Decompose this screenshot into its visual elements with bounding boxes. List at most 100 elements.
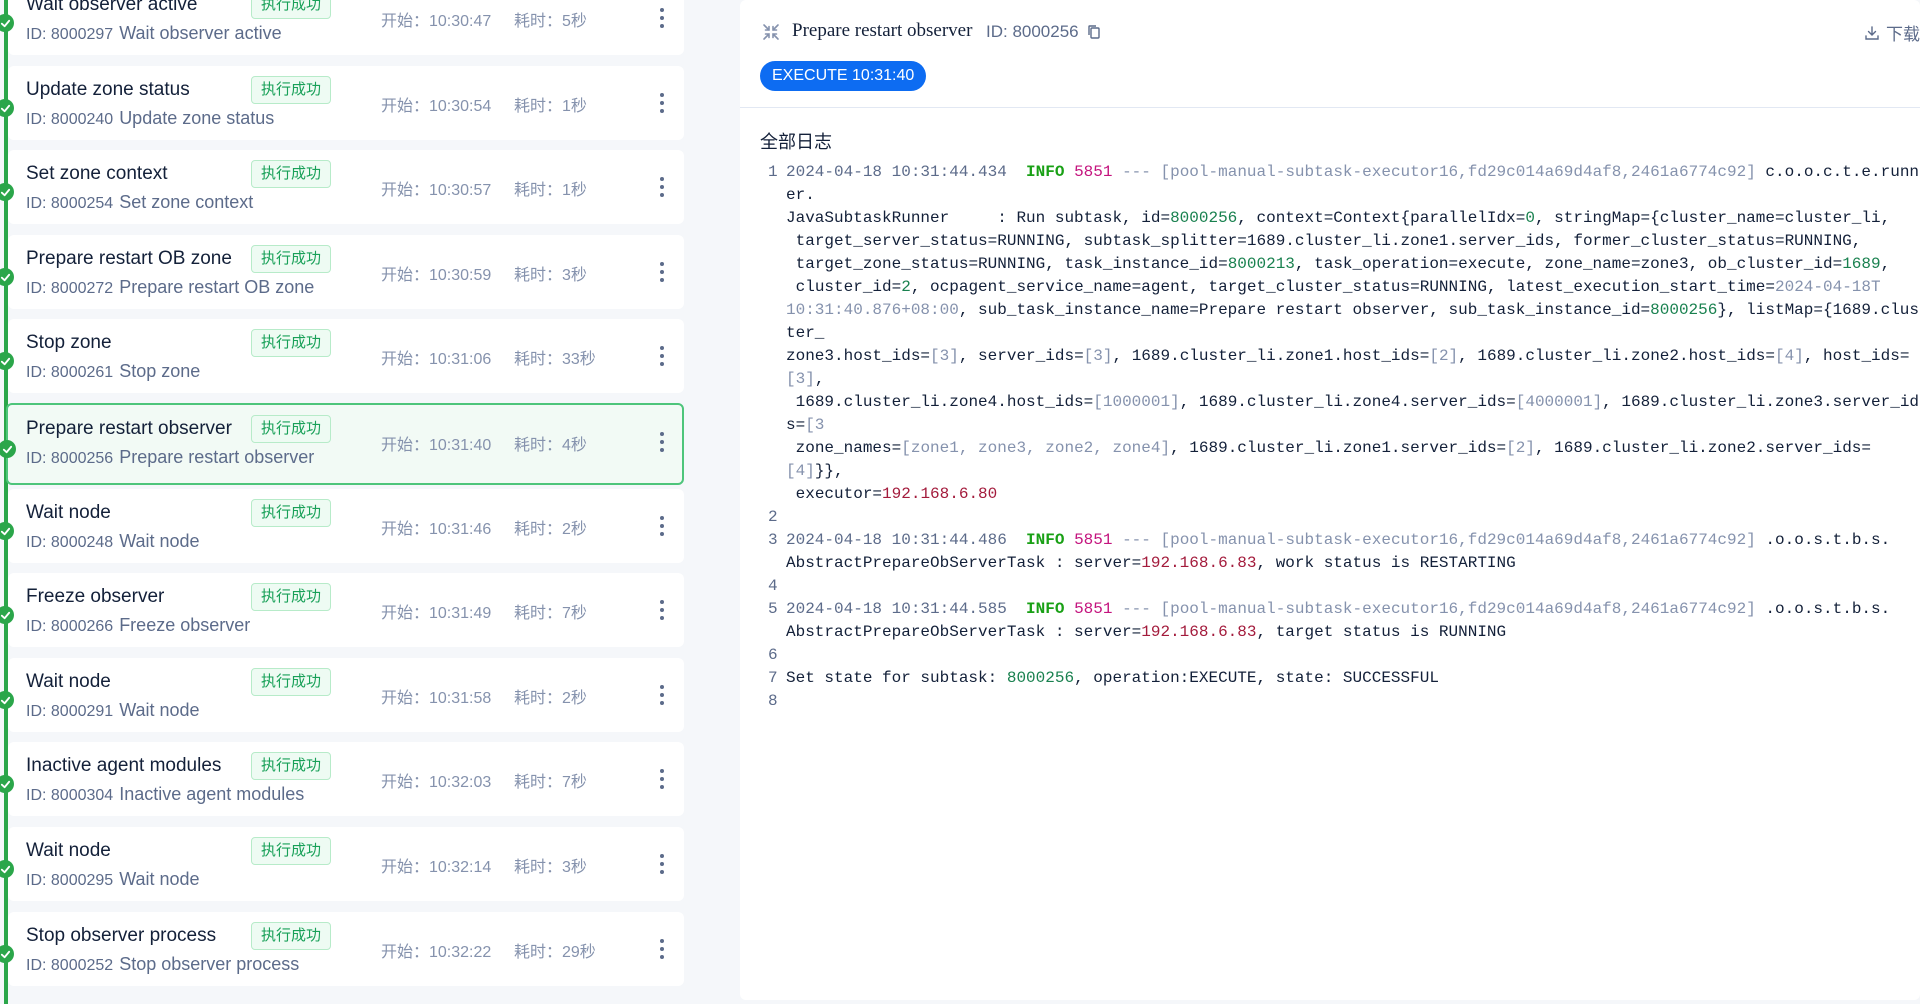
more-vertical-icon[interactable]	[654, 3, 670, 33]
log-line: 6	[768, 646, 778, 664]
task-name: Stop zone	[26, 332, 112, 353]
download-icon	[1865, 25, 1879, 40]
task-id-line: ID: 8000272 Prepare restart OB zone	[26, 277, 314, 298]
task-duration: 耗时：5秒	[514, 13, 587, 30]
task-duration: 耗时：7秒	[514, 774, 587, 791]
task-start-time: 开始：10:31:46	[381, 521, 492, 538]
task-desc: Freeze observer	[119, 615, 251, 635]
task-id: ID: 8000254	[26, 195, 114, 212]
task-id: ID: 8000291	[26, 703, 114, 720]
subtask-list: Wait observer active 执行成功 ID: 8000297 Wai…	[0, 0, 684, 1004]
success-check-icon	[0, 691, 14, 709]
task-id: ID: 8000248	[26, 534, 114, 551]
task-start-time: 开始：10:31:06	[381, 351, 492, 368]
task-id-line: ID: 8000291 Wait node	[26, 700, 200, 721]
more-vertical-icon[interactable]	[654, 595, 670, 625]
status-badge: 执行成功	[251, 415, 332, 443]
more-vertical-icon[interactable]	[654, 427, 670, 457]
execution-tag[interactable]: EXECUTE 10:31:40	[760, 61, 927, 91]
task-id-line: ID: 8000240 Update zone status	[26, 108, 274, 129]
task-id: ID: 8000272	[26, 280, 114, 297]
task-duration: 耗时：3秒	[514, 859, 587, 876]
success-check-icon	[0, 945, 14, 963]
task-item[interactable]: Freeze observer 执行成功 ID: 8000266 Freeze o…	[0, 573, 684, 647]
task-id: ID: 8000256	[26, 450, 114, 467]
subtask-detail-panel: Prepare restart observer ID: 8000256 下载 …	[740, 0, 1920, 1000]
task-start-time: 开始：10:32:14	[381, 859, 492, 876]
task-id-line: ID: 8000261 Stop zone	[26, 361, 200, 382]
divider	[740, 107, 1920, 108]
task-id: ID: 8000266	[26, 618, 114, 635]
task-item[interactable]: Wait node 执行成功 ID: 8000248 Wait node 开始：1…	[0, 489, 684, 563]
task-desc: Update zone status	[119, 108, 275, 128]
task-duration: 耗时：29秒	[514, 944, 596, 961]
download-label: 下载	[1886, 25, 1920, 44]
more-vertical-icon[interactable]	[654, 849, 670, 879]
success-check-icon	[0, 14, 14, 32]
more-vertical-icon[interactable]	[654, 257, 670, 287]
task-item[interactable]: Set zone context 执行成功 ID: 8000254 Set zon…	[0, 150, 684, 224]
task-start-time: 开始：10:31:40	[381, 437, 492, 454]
status-badge: 执行成功	[251, 922, 332, 950]
more-vertical-icon[interactable]	[654, 764, 670, 794]
task-name: Wait observer active	[26, 0, 198, 15]
task-id-line: ID: 8000266 Freeze observer	[26, 615, 250, 636]
task-duration: 耗时：1秒	[514, 98, 587, 115]
task-item[interactable]: Wait observer active 执行成功 ID: 8000297 Wai…	[0, 0, 684, 55]
status-badge: 执行成功	[251, 499, 332, 527]
task-id: ID: 8000240	[26, 111, 114, 128]
task-item[interactable]: Stop zone 执行成功 ID: 8000261 Stop zone 开始：1…	[0, 319, 684, 393]
task-name: Wait node	[26, 502, 111, 523]
download-button[interactable]: 下载	[1864, 20, 1920, 45]
log-line: 3 2024-04-18 10:31:44.486 INFO 5851 --- …	[768, 531, 1891, 572]
task-item[interactable]: Wait node 执行成功 ID: 8000291 Wait node 开始：1…	[0, 658, 684, 732]
task-desc: Prepare restart OB zone	[119, 277, 315, 297]
task-duration: 耗时：2秒	[514, 690, 587, 707]
task-name: Prepare restart observer	[26, 418, 232, 439]
copy-icon[interactable]	[1086, 24, 1102, 40]
more-vertical-icon[interactable]	[654, 341, 670, 371]
task-start-time: 开始：10:30:54	[381, 98, 492, 115]
success-check-icon	[0, 268, 14, 286]
task-item[interactable]: Inactive agent modules 执行成功 ID: 8000304 I…	[0, 742, 684, 816]
task-desc: Prepare restart observer	[119, 447, 315, 467]
more-vertical-icon[interactable]	[654, 88, 670, 118]
task-desc: Inactive agent modules	[119, 784, 305, 804]
task-duration: 耗时：2秒	[514, 521, 587, 538]
task-id-line: ID: 8000252 Stop observer process	[26, 954, 299, 975]
task-desc: Stop observer process	[119, 954, 300, 974]
more-vertical-icon[interactable]	[654, 172, 670, 202]
status-badge: 执行成功	[251, 583, 332, 611]
more-vertical-icon[interactable]	[654, 934, 670, 964]
success-check-icon	[0, 440, 16, 458]
subtask-id: ID: 8000256	[986, 22, 1079, 41]
status-badge: 执行成功	[251, 245, 332, 273]
task-id-line: ID: 8000256 Prepare restart observer	[26, 447, 314, 468]
status-badge: 执行成功	[251, 752, 332, 780]
task-start-time: 开始：10:31:58	[381, 690, 492, 707]
log-line: 4	[768, 577, 778, 595]
task-duration: 耗时：3秒	[514, 267, 587, 284]
task-desc: Wait node	[119, 869, 200, 889]
more-vertical-icon[interactable]	[654, 680, 670, 710]
task-item[interactable]: Prepare restart observer 执行成功 ID: 800025…	[0, 403, 684, 485]
task-name: Wait node	[26, 840, 111, 861]
task-desc: Wait node	[119, 700, 200, 720]
more-vertical-icon[interactable]	[654, 511, 670, 541]
log-line: 7 Set state for subtask: 8000256, operat…	[768, 669, 1439, 687]
task-item[interactable]: Update zone status 执行成功 ID: 8000240 Updat…	[0, 66, 684, 140]
task-item[interactable]: Prepare restart OB zone 执行成功 ID: 8000272…	[0, 235, 684, 309]
status-badge: 执行成功	[251, 76, 332, 104]
status-badge: 执行成功	[251, 668, 332, 696]
task-desc: Stop zone	[119, 361, 201, 381]
task-name: Update zone status	[26, 79, 190, 100]
task-item[interactable]: Wait node 执行成功 ID: 8000295 Wait node 开始：1…	[0, 827, 684, 901]
task-start-time: 开始：10:32:22	[381, 944, 492, 961]
status-badge: 执行成功	[251, 329, 332, 357]
log-line: 1 2024-04-18 10:31:44.434 INFO 5851 --- …	[768, 163, 1920, 503]
log-line: 8	[768, 692, 778, 710]
success-check-icon	[0, 522, 14, 540]
collapse-icon[interactable]	[762, 23, 780, 41]
task-item[interactable]: Stop observer process 执行成功 ID: 8000252 St…	[0, 912, 684, 986]
task-name: Prepare restart OB zone	[26, 248, 232, 269]
